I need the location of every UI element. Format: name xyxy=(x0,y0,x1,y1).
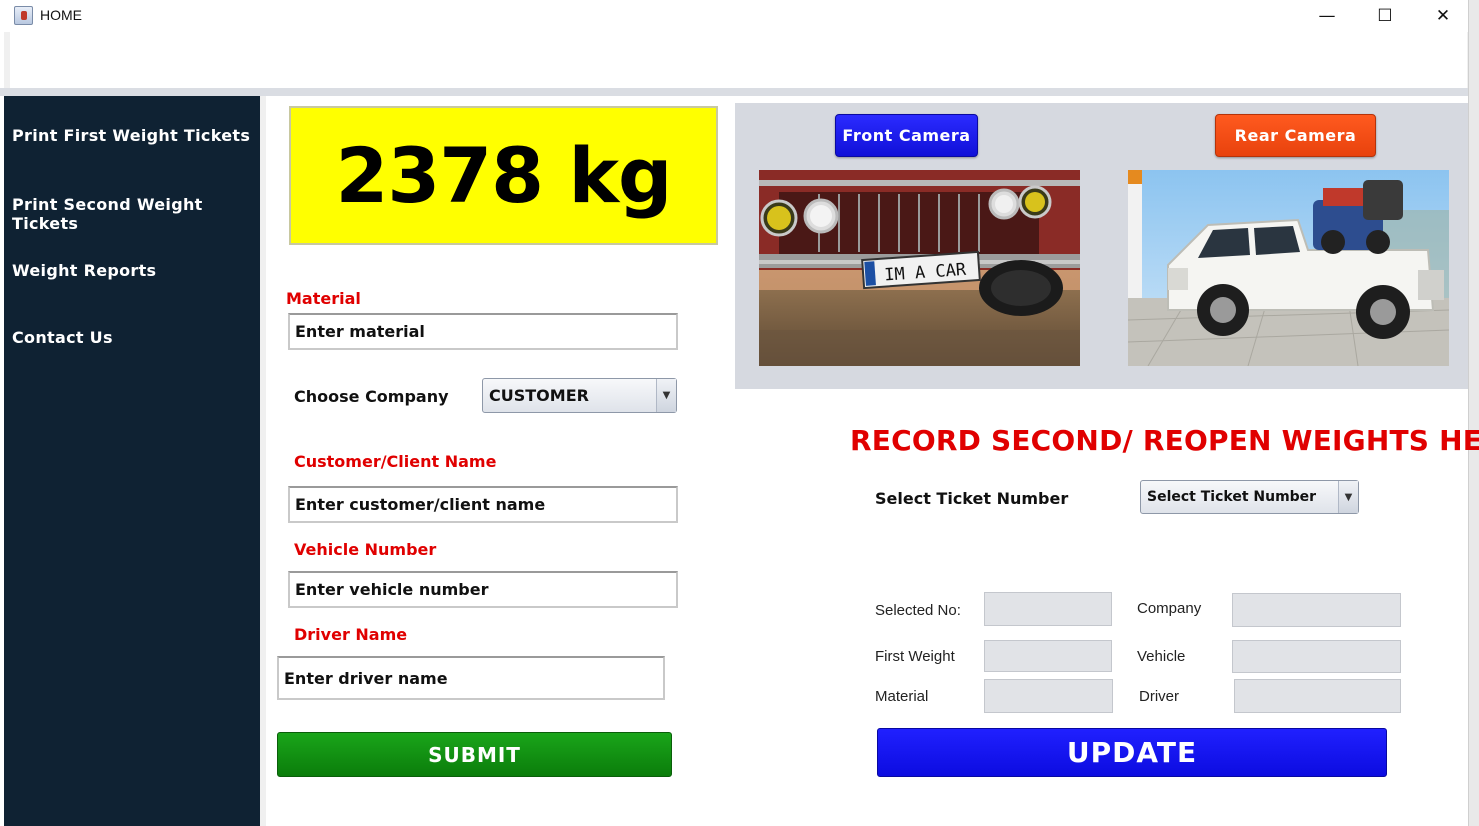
front-camera-button[interactable]: Front Camera xyxy=(835,114,978,157)
ticket-number-select[interactable]: Select Ticket Number ▼ xyxy=(1140,480,1359,514)
submit-button[interactable]: SUBMIT xyxy=(277,732,672,777)
header-panel xyxy=(10,32,1467,88)
maximize-button[interactable]: ☐ xyxy=(1356,0,1414,32)
chevron-down-icon[interactable]: ▼ xyxy=(1338,481,1358,513)
vehicle-number-label: Vehicle Number xyxy=(294,540,437,559)
select-ticket-label: Select Ticket Number xyxy=(875,489,1069,508)
material-info-label: Material xyxy=(875,688,929,705)
second-weights-title: RECORD SECOND/ REOPEN WEIGHTS HERE xyxy=(850,424,1479,457)
rear-camera-feed xyxy=(1128,170,1449,366)
vehicle-label: Vehicle xyxy=(1137,648,1186,665)
choose-company-label: Choose Company xyxy=(294,387,449,406)
rear-camera-button[interactable]: Rear Camera xyxy=(1215,114,1376,157)
java-app-icon xyxy=(14,6,33,25)
material-field[interactable] xyxy=(984,679,1113,713)
front-car-image: IM A CAR xyxy=(759,170,1080,366)
minimize-button[interactable]: — xyxy=(1298,0,1356,32)
material-input[interactable]: Enter material xyxy=(288,313,678,350)
header-divider xyxy=(0,88,1470,96)
close-button[interactable]: ✕ xyxy=(1414,0,1472,32)
rear-truck-image xyxy=(1128,170,1449,366)
window-right-border xyxy=(1468,0,1479,826)
sidebar-item-contact-us[interactable]: Contact Us xyxy=(12,328,113,347)
sidebar-item-print-first-weight[interactable]: Print First Weight Tickets xyxy=(12,126,250,145)
company-select-value: CUSTOMER xyxy=(489,386,589,405)
window-title: HOME xyxy=(40,7,82,23)
company-label: Company xyxy=(1137,600,1202,617)
customer-name-label: Customer/Client Name xyxy=(294,452,497,471)
selected-no-label: Selected No: xyxy=(875,602,961,619)
window-titlebar: HOME — ☐ ✕ xyxy=(0,0,1479,32)
company-select[interactable]: CUSTOMER ▼ xyxy=(482,378,677,413)
customer-name-input[interactable]: Enter customer/client name xyxy=(288,486,678,523)
sidebar: Print First Weight Tickets Print Second … xyxy=(4,96,260,826)
chevron-down-icon[interactable]: ▼ xyxy=(656,379,676,412)
company-field[interactable] xyxy=(1232,593,1401,627)
first-weight-field[interactable] xyxy=(984,640,1112,672)
vehicle-field[interactable] xyxy=(1232,640,1401,673)
driver-name-input[interactable]: Enter driver name xyxy=(277,656,665,700)
material-label: Material xyxy=(286,289,361,308)
vehicle-number-input[interactable]: Enter vehicle number xyxy=(288,571,678,608)
sidebar-item-weight-reports[interactable]: Weight Reports xyxy=(12,261,156,280)
weight-value: 2378 kg xyxy=(335,131,673,220)
front-camera-feed: IM A CAR xyxy=(759,170,1080,366)
driver-name-label: Driver Name xyxy=(294,625,408,644)
ticket-number-select-value: Select Ticket Number xyxy=(1147,489,1317,505)
selected-no-field[interactable] xyxy=(984,592,1112,626)
weight-display: 2378 kg xyxy=(289,106,718,245)
driver-field[interactable] xyxy=(1234,679,1401,713)
driver-label: Driver xyxy=(1139,688,1179,705)
update-button[interactable]: UPDATE xyxy=(877,728,1387,777)
sidebar-item-print-second-weight[interactable]: Print Second Weight Tickets xyxy=(12,195,260,233)
first-weight-label: First Weight xyxy=(875,648,955,665)
